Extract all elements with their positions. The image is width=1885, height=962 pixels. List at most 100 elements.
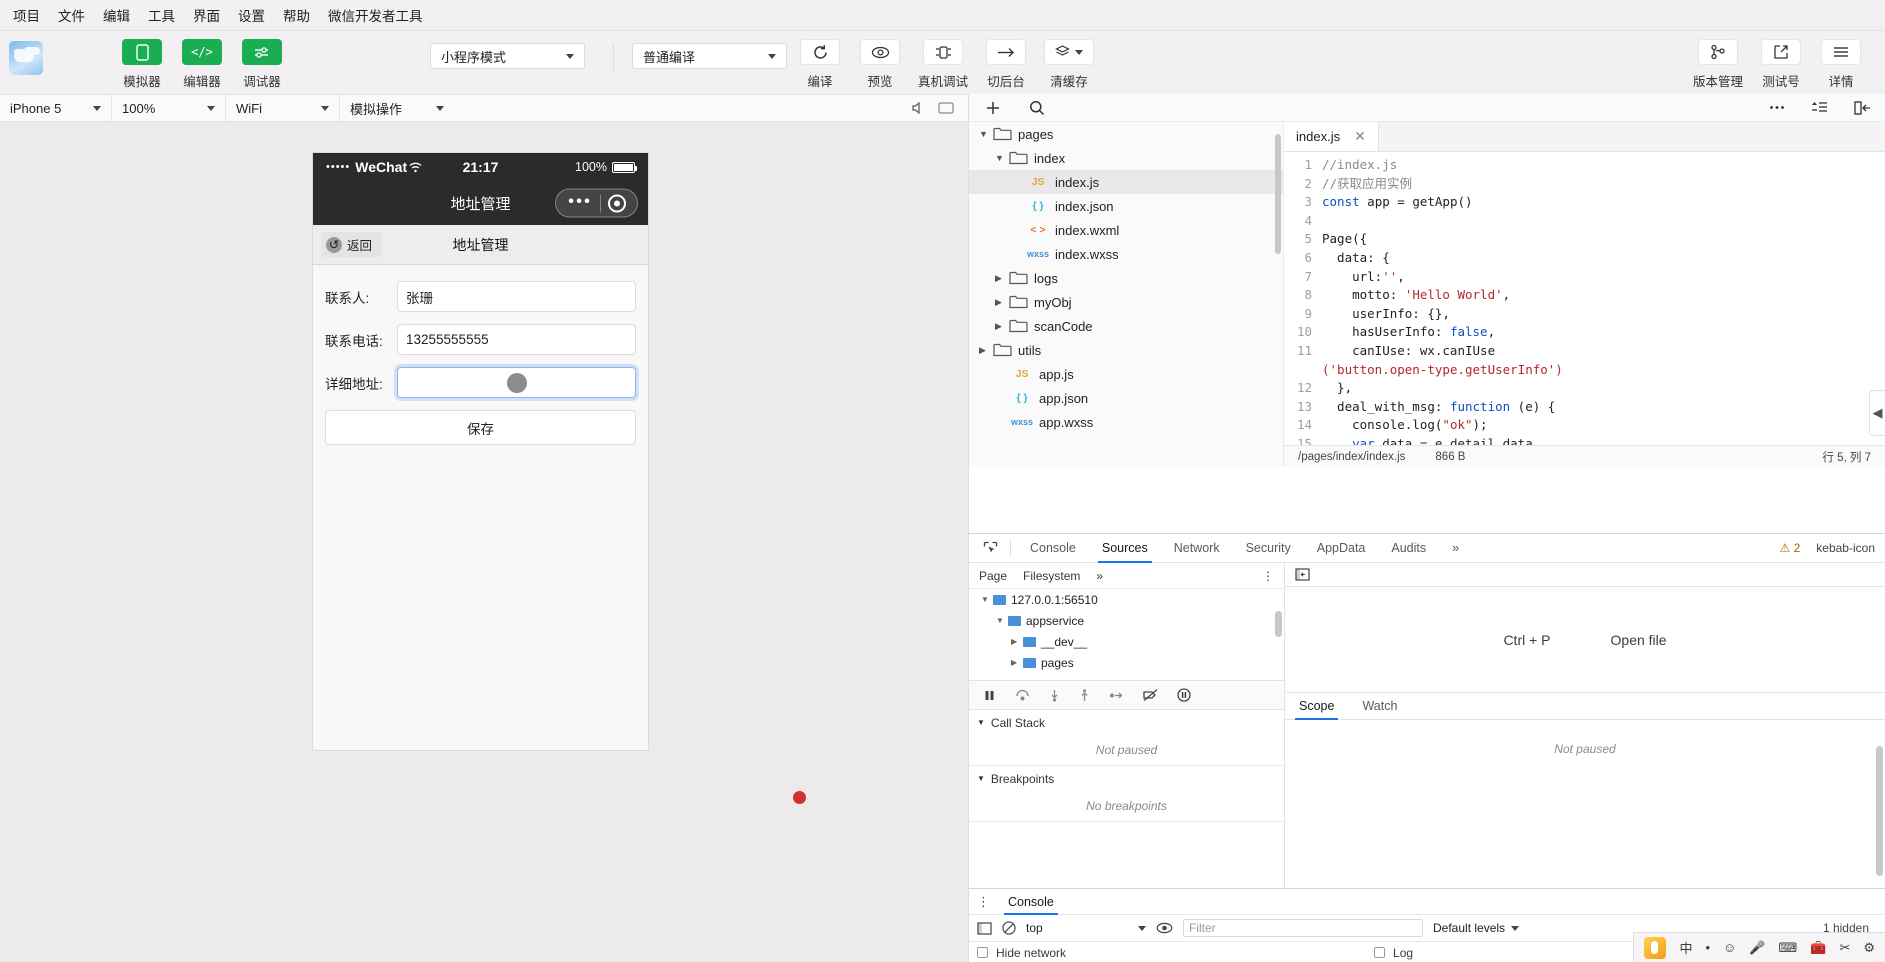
simulate-action-select[interactable]: 模拟操作 [340, 94, 454, 122]
warning-count-badge[interactable]: ⚠ 2 [1780, 541, 1801, 555]
chevron-right-icon[interactable]: ▶ [1011, 637, 1023, 646]
sources-tree-item[interactable]: ▼ 127.0.0.1:56510 [969, 589, 1284, 610]
ime-logo-icon[interactable] [1644, 936, 1667, 959]
toolbar-button-preview[interactable]: 预览 [850, 39, 910, 90]
toolbar-button-compile[interactable]: 编译 [790, 39, 850, 90]
inspect-icon[interactable] [977, 541, 1004, 556]
close-icon[interactable]: ✕ [1354, 128, 1366, 145]
devtools-tab-audits[interactable]: Audits [1378, 534, 1439, 563]
network-select[interactable]: WiFi [226, 94, 340, 122]
sidebar-collapse-handle[interactable]: ◀ [1869, 390, 1885, 436]
ime-item-6[interactable]: ✂ [1839, 940, 1850, 956]
deactivate-breakpoints-icon[interactable] [1143, 688, 1158, 702]
file-tree-item-utils[interactable]: ▶ utils [969, 338, 1283, 362]
menu-item-settings[interactable]: 设置 [229, 2, 274, 28]
add-icon[interactable] [985, 100, 1001, 116]
target-icon[interactable] [608, 194, 626, 212]
chevron-right-icon[interactable]: ▶ [1011, 658, 1023, 667]
menu-item-about[interactable]: 微信开发者工具 [319, 2, 432, 28]
chevron-right-icon[interactable]: ▶ [995, 273, 1009, 284]
ime-item-7[interactable]: ⚙ [1863, 940, 1875, 956]
menu-item-edit[interactable]: 编辑 [94, 2, 139, 28]
sources-subtab-page[interactable]: Page [979, 569, 1007, 583]
search-icon[interactable] [1029, 100, 1045, 116]
devtools-tab-appdata[interactable]: AppData [1304, 534, 1379, 563]
console-sidebar-icon[interactable] [977, 921, 992, 935]
toolbar-button-remote-debug[interactable]: 真机调试 [910, 39, 976, 90]
sources-tree-scrollbar[interactable] [1275, 611, 1282, 637]
phone-input[interactable]: 13255555555 [397, 324, 636, 355]
outline-icon[interactable] [1811, 101, 1828, 114]
console-eye-icon[interactable] [1156, 922, 1173, 934]
pause-icon[interactable] [983, 689, 996, 702]
menu-item-tools[interactable]: 工具 [139, 2, 184, 28]
tab-watch[interactable]: Watch [1348, 693, 1411, 720]
ime-item-0[interactable]: 中 [1679, 938, 1692, 957]
devtools-tab-security[interactable]: Security [1233, 534, 1304, 563]
left-pane-scrollbar[interactable] [1876, 746, 1883, 876]
file-tree-item-index-wxml[interactable]: < > index.wxml [969, 218, 1283, 242]
log-checkbox[interactable] [1374, 947, 1386, 958]
chevron-down-icon[interactable]: ▼ [979, 129, 993, 139]
panel-toggle-icon[interactable] [1295, 568, 1310, 581]
chevron-down-icon[interactable]: ▼ [996, 616, 1008, 625]
menu-item-help[interactable]: 帮助 [274, 2, 319, 28]
sources-tree-item[interactable]: ▶ __dev__ [969, 631, 1284, 652]
sources-tree-item[interactable]: ▼ appservice [969, 610, 1284, 631]
clear-console-icon[interactable] [1002, 921, 1016, 935]
toolbar-button-clear-cache[interactable]: 清缓存 [1036, 39, 1102, 90]
toolbar-button-background[interactable]: 切后台 [976, 39, 1036, 90]
file-tree-item-index-js[interactable]: JS index.js [969, 170, 1283, 194]
zoom-select[interactable]: 100% [112, 94, 226, 122]
console-levels-select[interactable]: Default levels [1433, 921, 1520, 935]
chevron-right-icon[interactable]: ▶ [995, 321, 1009, 332]
file-tree-item-app-js[interactable]: JS app.js [969, 362, 1283, 386]
code-editor[interactable]: 1 //index.js 2 //获取应用实例 3 const app = getApp(… [1284, 152, 1885, 445]
file-tree-item-myObj[interactable]: ▶ myObj [969, 290, 1283, 314]
editor-tab-index-js[interactable]: index.js ✕ [1284, 122, 1379, 151]
tab-scope[interactable]: Scope [1285, 693, 1348, 720]
chevron-down-icon[interactable]: ▼ [981, 595, 993, 604]
collapse-icon[interactable] [1854, 100, 1871, 115]
file-tree-item-index[interactable]: ▼ index [969, 146, 1283, 170]
capsule-button[interactable]: ••• [555, 188, 638, 218]
devtools-tab-overflow[interactable]: » [1439, 534, 1472, 563]
file-tree-item-index-wxss[interactable]: wxss index.wxss [969, 242, 1283, 266]
device-select[interactable]: iPhone 5 [0, 94, 112, 122]
sources-kebab-icon[interactable]: ⋮ [1262, 569, 1274, 583]
ime-item-3[interactable]: 🎤 [1749, 940, 1765, 956]
toolbar-button-simulator[interactable]: 模拟器 [112, 39, 172, 90]
call-stack-header[interactable]: ▼ Call Stack [969, 710, 1284, 735]
volume-icon[interactable] [910, 101, 924, 115]
contact-input[interactable]: 张珊 [397, 281, 636, 312]
console-filter-input[interactable]: Filter [1183, 919, 1423, 937]
sources-subtab-overflow[interactable]: » [1096, 569, 1103, 583]
file-tree-item-app-json[interactable]: { } app.json [969, 386, 1283, 410]
more-dots-icon[interactable]: ••• [560, 193, 600, 210]
menu-item-interface[interactable]: 界面 [184, 2, 229, 28]
menu-item-project[interactable]: 项目 [4, 2, 49, 28]
chevron-down-icon[interactable]: ▼ [995, 153, 1009, 163]
console-drawer-kebab-icon[interactable]: ⋮ [977, 894, 990, 910]
toolbar-button-version-control[interactable]: 版本管理 [1685, 39, 1751, 90]
ime-item-5[interactable]: 🧰 [1810, 940, 1826, 956]
chevron-right-icon[interactable]: ▶ [995, 297, 1009, 308]
toolbar-button-test-account[interactable]: 测试号 [1751, 39, 1811, 90]
console-drawer-tab[interactable]: Console [1002, 889, 1060, 915]
file-tree-item-pages[interactable]: ▼ pages [969, 122, 1283, 146]
screen-icon[interactable] [938, 101, 954, 115]
step-over-icon[interactable] [1015, 689, 1030, 702]
save-button[interactable]: 保存 [325, 410, 636, 445]
chevron-right-icon[interactable]: ▶ [979, 345, 993, 356]
file-tree-item-app-wxss[interactable]: wxss app.wxss [969, 410, 1283, 434]
console-context-select[interactable]: top [1026, 921, 1146, 935]
sources-tree-item[interactable]: ▶ pages [969, 652, 1284, 673]
file-tree-item-logs[interactable]: ▶ logs [969, 266, 1283, 290]
file-tree-item-scanCode[interactable]: ▶ scanCode [969, 314, 1283, 338]
toolbar-button-details[interactable]: 详情 [1811, 39, 1871, 90]
file-tree-scrollbar[interactable] [1275, 134, 1281, 254]
sources-subtab-filesystem[interactable]: Filesystem [1023, 569, 1080, 583]
compile-select[interactable]: 普通编译 [632, 43, 787, 69]
address-input[interactable] [397, 367, 636, 398]
devtools-tab-network[interactable]: Network [1161, 534, 1233, 563]
